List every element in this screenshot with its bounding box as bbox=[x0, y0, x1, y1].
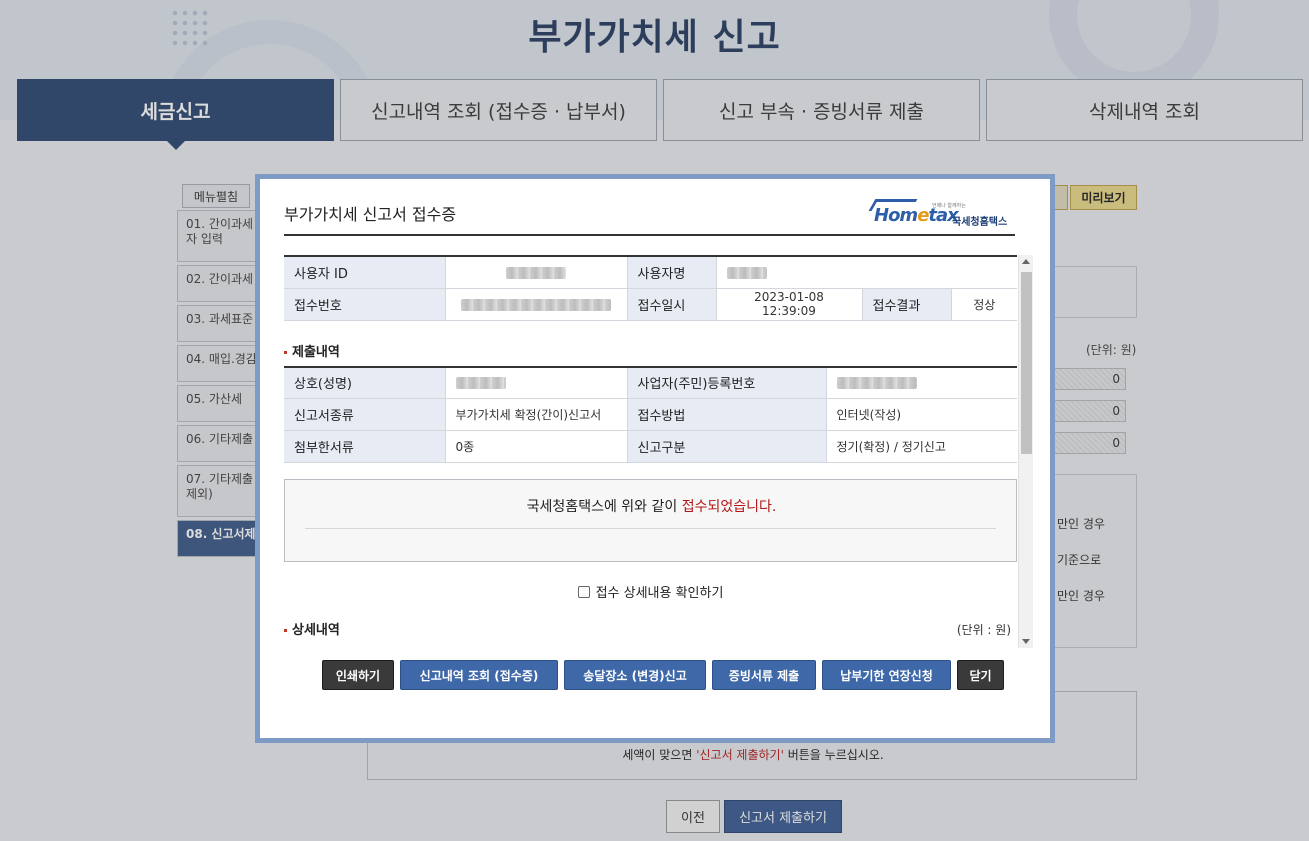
receipt-no-label: 접수번호 bbox=[284, 288, 446, 321]
notice-divider bbox=[305, 528, 996, 529]
category-label: 신고구분 bbox=[627, 430, 827, 463]
section-title: 상세내역 bbox=[284, 619, 340, 638]
user-name-label: 사용자명 bbox=[627, 256, 717, 289]
scroll-down-icon[interactable] bbox=[1022, 639, 1030, 644]
modal-button-row: 인쇄하기 신고내역 조회 (접수증) 송달장소 (변경)신고 증빙서류 제출 납… bbox=[322, 660, 1004, 690]
detail-header: 상세내역 (단위 : 원) bbox=[284, 619, 1017, 638]
scroll-thumb[interactable] bbox=[1021, 272, 1032, 454]
receipt-result-value: 정상 bbox=[951, 288, 1017, 321]
close-button[interactable]: 닫기 bbox=[957, 660, 1004, 690]
receipt-scroll-area[interactable]: 사용자 ID 사용자명 접수번호 접수일시 2023-01-08 12:39:0… bbox=[284, 255, 1017, 641]
receipt-date-label: 접수일시 bbox=[627, 288, 717, 321]
category-value: 정기(확정) / 정기신고 bbox=[826, 430, 1017, 463]
modal-scrollbar[interactable] bbox=[1018, 255, 1033, 648]
detail-checkbox[interactable] bbox=[577, 585, 590, 598]
reg-no-value bbox=[826, 366, 1017, 399]
user-info-table: 사용자 ID 사용자명 접수번호 접수일시 2023-01-08 12:39:0… bbox=[284, 255, 1017, 321]
title-divider bbox=[284, 234, 1015, 236]
form-type-value: 부가가치세 확정(간이)신고서 bbox=[445, 398, 628, 431]
receipt-notice: 국세청홈택스에 위와 같이 접수되었습니다. bbox=[284, 479, 1017, 562]
modal-title: 부가가치세 신고서 접수증 bbox=[284, 205, 457, 224]
section-title: 제출내역 bbox=[284, 341, 1017, 360]
method-value: 인터넷(작성) bbox=[826, 398, 1017, 431]
method-label: 접수방법 bbox=[627, 398, 827, 431]
company-label: 상호(성명) bbox=[284, 366, 446, 399]
receipt-modal: 부가가치세 신고서 접수증 언제나 함께하는 Hometax 국세청홈택스 사용… bbox=[255, 174, 1055, 743]
scroll-up-icon[interactable] bbox=[1022, 259, 1030, 264]
detail-check[interactable]: 접수 상세내용 확인하기 bbox=[284, 582, 1017, 601]
detail-check-label: 접수 상세내용 확인하기 bbox=[595, 586, 724, 601]
payment-extension-button[interactable]: 납부기한 연장신청 bbox=[822, 660, 951, 690]
user-id-label: 사용자 ID bbox=[284, 256, 446, 289]
user-id-value bbox=[445, 256, 628, 289]
address-change-button[interactable]: 송달장소 (변경)신고 bbox=[564, 660, 706, 690]
submission-table: 상호(성명) 사업자(주민)등록번호 신고서종류 부가가치세 확정(간이)신고서… bbox=[284, 365, 1017, 463]
user-name-value bbox=[716, 256, 1017, 289]
receipt-result-label: 접수결과 bbox=[862, 288, 952, 321]
notice-message: 국세청홈택스에 위와 같이 접수되었습니다. bbox=[526, 499, 777, 515]
modal-body: 부가가치세 신고서 접수증 언제나 함께하는 Hometax 국세청홈택스 사용… bbox=[260, 179, 1050, 738]
evidence-submit-button[interactable]: 증빙서류 제출 bbox=[712, 660, 816, 690]
company-value bbox=[445, 366, 628, 399]
detail-unit-label: (단위 : 원) bbox=[956, 623, 1011, 637]
hometax-logo: 언제나 함께하는 Hometax 국세청홈택스 bbox=[868, 199, 1014, 231]
attachments-value: 0종 bbox=[445, 430, 628, 463]
logo-wordmark: Hometax bbox=[874, 205, 959, 226]
attachments-label: 첨부한서류 bbox=[284, 430, 446, 463]
reg-no-label: 사업자(주민)등록번호 bbox=[627, 366, 827, 399]
receipt-no-value bbox=[445, 288, 628, 321]
print-button[interactable]: 인쇄하기 bbox=[322, 660, 394, 690]
form-type-label: 신고서종류 bbox=[284, 398, 446, 431]
receipt-date-value: 2023-01-08 12:39:09 bbox=[716, 288, 863, 321]
history-button[interactable]: 신고내역 조회 (접수증) bbox=[400, 660, 558, 690]
